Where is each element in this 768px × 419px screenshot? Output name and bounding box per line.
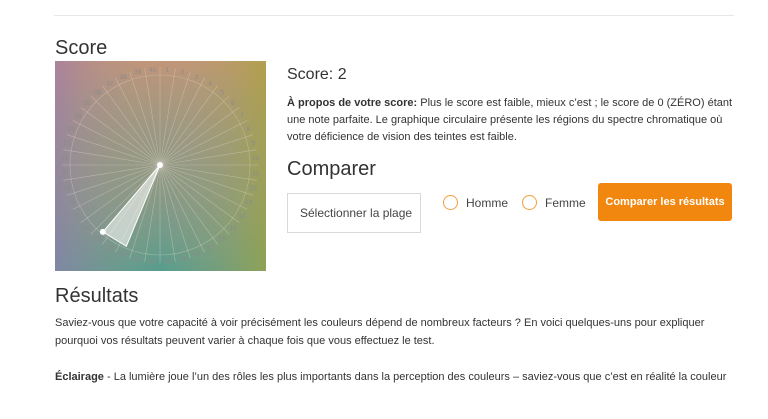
wheel-tick-label: 39 xyxy=(134,69,142,76)
wheel-tick-label: 23 xyxy=(120,251,128,258)
wheel-tick-label: 4 xyxy=(208,81,212,88)
wheel-tick-label: 30 xyxy=(61,170,69,177)
wheel-tick-label: 27 xyxy=(75,213,83,220)
wheel-tick-label: 8 xyxy=(247,126,251,133)
radio-male-circle[interactable] xyxy=(443,195,458,210)
wheel-tick-label: 32 xyxy=(63,140,71,147)
wheel-tick-label: 40 xyxy=(149,67,157,74)
age-range-select[interactable]: Sélectionner la plage xyxy=(287,193,421,233)
radio-female-label: Femme xyxy=(545,195,586,210)
lighting-paragraph: Éclairage - La lumière joue l’un des rôl… xyxy=(55,368,735,386)
score-description: À propos de votre score: Plus le score e… xyxy=(287,95,737,146)
wheel-tick-label: 37 xyxy=(106,81,114,88)
wheel-tick-label: 3 xyxy=(195,74,199,81)
wheel-tick-label: 24 xyxy=(106,244,114,251)
wheel-tick-label: 6 xyxy=(231,100,235,107)
wheel-tick-label: 22 xyxy=(134,256,142,263)
hue-wheel-svg: 1 234567891011121314151617181920212223242… xyxy=(55,61,266,271)
hue-wheel: 1 2 3 4 5 6 7 8 9 10 11 12 13 14 15 16 17 18 19 20 21 22 23 24 2… xyxy=(55,61,266,271)
wheel-tick-label: 17 xyxy=(207,244,215,251)
wheel-tick-label: 34 xyxy=(75,112,83,119)
wheel-tick-label: 31 xyxy=(61,155,69,162)
lighting-text: - La lumière joue l’un des rôles les plu… xyxy=(103,371,727,383)
radio-female[interactable]: Femme xyxy=(522,195,586,210)
wheel-tick-label: 5 xyxy=(221,90,225,97)
wheel-tick-label: 36 xyxy=(94,90,102,97)
wheel-tick-label: 38 xyxy=(120,74,128,81)
wheel-tick-label: 10 xyxy=(252,155,260,162)
radio-male-label: Homme xyxy=(466,195,509,210)
wheel-tick-label: 19 xyxy=(179,256,187,263)
radio-male[interactable]: Homme xyxy=(443,195,508,210)
wheel-tick-label: 18 xyxy=(193,251,201,258)
score-value: Score: 2 xyxy=(287,66,347,83)
age-range-select-placeholder: Sélectionner la plage xyxy=(300,206,413,220)
wheel-tick-label: 1 xyxy=(166,67,170,74)
wheel-tick-label: 7 xyxy=(240,112,244,119)
wheel-tick-label: 29 xyxy=(63,185,71,192)
wheel-tick-label: 35 xyxy=(83,100,91,107)
wheel-tick-label: 2 xyxy=(181,69,185,76)
wheel-tick-label: 15 xyxy=(229,225,237,232)
wheel-center-dot xyxy=(157,162,163,168)
wheel-tick-label: 16 xyxy=(219,235,227,242)
compare-results-button[interactable]: Comparer les résultats xyxy=(598,183,732,221)
pointer-end-dot xyxy=(99,228,106,235)
wheel-tick-label: 20 xyxy=(164,258,172,265)
wheel-tick-label: 11 xyxy=(252,170,259,177)
wheel-tick-label: 33 xyxy=(68,126,76,133)
wheel-tick-label: 21 xyxy=(149,258,157,265)
results-intro: Saviez-vous que votre capacité à voir pr… xyxy=(55,317,705,347)
wheel-tick-label: 14 xyxy=(238,213,246,220)
lighting-label: Éclairage xyxy=(55,371,104,383)
wheel-tick-label: 25 xyxy=(94,235,102,242)
top-divider xyxy=(54,15,734,16)
wheel-tick-label: 9 xyxy=(252,140,256,147)
about-score-label: À propos de votre score: xyxy=(287,97,418,109)
wheel-tick-label: 28 xyxy=(68,199,76,206)
wheel-tick-label: 12 xyxy=(250,185,258,192)
compare-heading: Comparer xyxy=(287,158,376,180)
wheel-tick-label: 13 xyxy=(245,199,253,206)
wheel-tick-label: 26 xyxy=(83,225,91,232)
radio-female-circle[interactable] xyxy=(522,195,537,210)
score-heading: Score xyxy=(55,37,108,59)
results-heading: Résultats xyxy=(55,285,139,307)
